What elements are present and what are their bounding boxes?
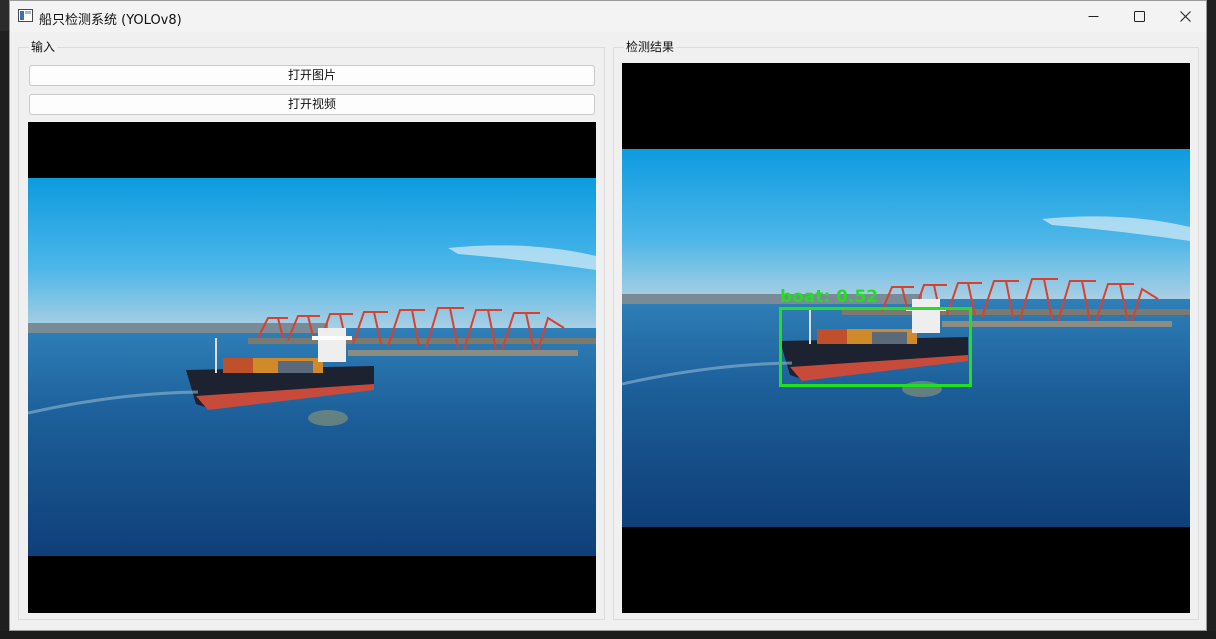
input-image-viewer	[28, 122, 596, 613]
input-group-title: 输入	[29, 40, 58, 54]
minimize-icon	[1088, 16, 1098, 17]
detection-bounding-box	[779, 307, 972, 387]
output-image-viewer: boat: 0.52	[622, 63, 1190, 613]
maximize-icon	[1133, 11, 1145, 22]
minimize-button[interactable]	[1070, 1, 1116, 32]
maximize-button[interactable]	[1116, 1, 1162, 32]
desktop-background-right	[1207, 0, 1216, 639]
window-title: 船只检测系统 (YOLOv8)	[39, 13, 182, 28]
app-window: 船只检测系统 (YOLOv8) 输入 打开图片 打开视频 检测结果 boat: …	[9, 0, 1207, 631]
open-image-button[interactable]: 打开图片	[29, 65, 595, 86]
app-window-icon	[18, 9, 33, 22]
close-button[interactable]	[1162, 1, 1208, 32]
open-video-button[interactable]: 打开视频	[29, 94, 595, 115]
title-bar[interactable]: 船只检测系统 (YOLOv8)	[10, 1, 1206, 32]
output-group-title: 检测结果	[624, 40, 677, 54]
close-icon	[1179, 11, 1191, 22]
detection-label: boat: 0.52	[780, 287, 879, 307]
input-ship-photo	[28, 178, 596, 556]
desktop-background-left	[0, 31, 9, 639]
desktop-background-bottom	[0, 631, 1216, 639]
